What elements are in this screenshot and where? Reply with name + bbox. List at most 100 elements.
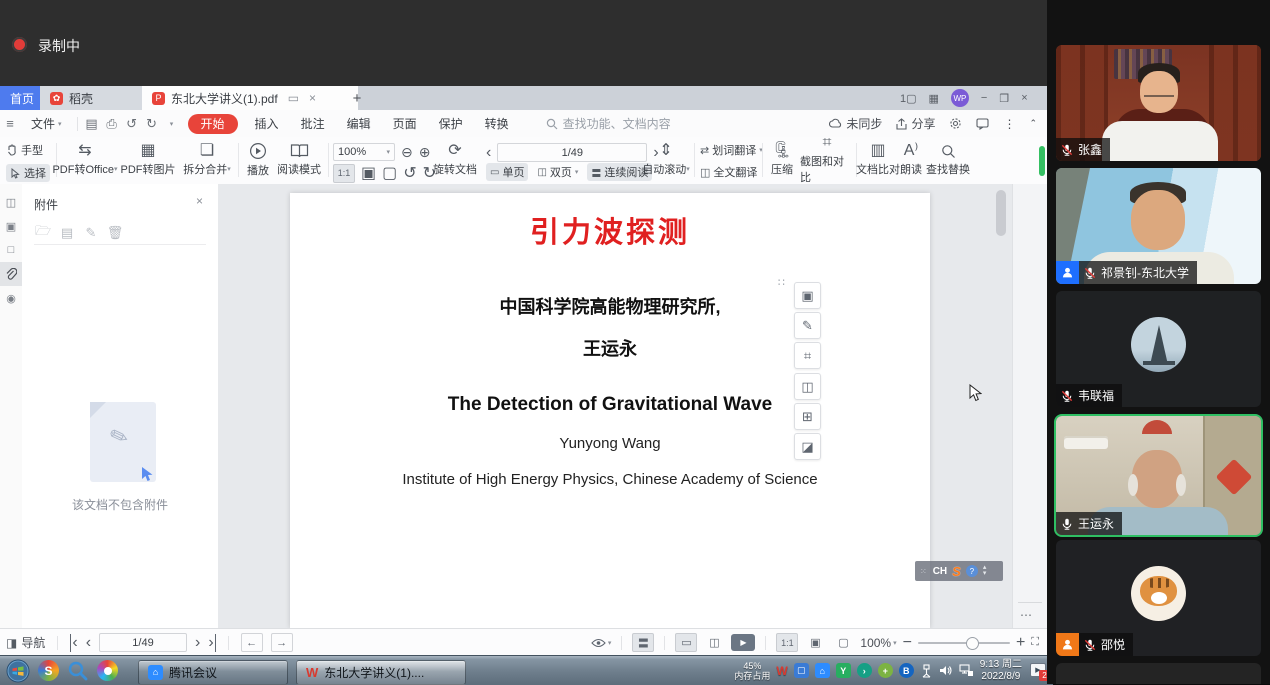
more-menu-icon[interactable]: ⋮ — [1003, 117, 1015, 131]
zoom-select[interactable]: 100%▾ — [333, 143, 395, 161]
participant-tile-partial[interactable] — [1056, 663, 1261, 684]
select-tool[interactable]: 选择 — [6, 164, 50, 182]
tray-plus-icon[interactable]: + — [878, 663, 893, 678]
single-window-icon[interactable]: 1▢ — [900, 92, 917, 105]
pdf-to-image-button[interactable]: ▦PDF转图片 — [118, 139, 178, 181]
search-box[interactable]: 查找功能、文档内容 — [546, 115, 671, 132]
add-attachment-icon[interactable]: ✎ — [80, 225, 102, 241]
double-page-toggle[interactable]: ◫双页▾ — [533, 163, 582, 181]
delete-attachment-icon[interactable]: 🗑 — [104, 225, 126, 241]
tray-arrow-icon[interactable]: › — [857, 663, 872, 678]
zoom-slider-knob[interactable] — [966, 637, 979, 650]
participant-tile[interactable]: 张鑫 — [1056, 45, 1261, 161]
doc-compare-button[interactable]: ▥文档比对 — [856, 139, 900, 181]
menu-page[interactable]: 页面 — [382, 110, 428, 137]
eye-protect-toggle[interactable]: ▾ — [591, 638, 612, 648]
insert-image-icon[interactable]: ▣ — [794, 282, 821, 309]
tab-home[interactable]: 首页 — [0, 86, 44, 110]
menu-comment[interactable]: 批注 — [290, 110, 336, 137]
redo-icon[interactable]: ↻ — [142, 116, 162, 132]
prev-page-icon-status[interactable]: ‹ — [86, 634, 91, 652]
fullscreen-icon[interactable]: ⛶ — [1031, 636, 1039, 649]
save-attachment-icon[interactable]: ▤ — [56, 225, 78, 241]
save-icon[interactable]: ▤ — [82, 116, 102, 132]
zoom-value-status[interactable]: 100%▾ — [860, 636, 896, 650]
taskbar-button-wps[interactable]: W 东北大学讲义(1).... — [296, 660, 466, 685]
panel-close-icon[interactable]: × — [196, 194, 203, 208]
search-taskbar-icon[interactable] — [67, 660, 89, 682]
ime-help-icon[interactable]: ? — [966, 565, 978, 577]
menu-insert[interactable]: 插入 — [244, 110, 290, 137]
tray-clock[interactable]: 9:13 周二 2022/8/9 — [980, 659, 1022, 683]
fit-width-icon[interactable]: ▢ — [382, 163, 397, 183]
continuous-toggle-status[interactable]: 〓 — [632, 633, 654, 652]
sogou-taskbar-icon[interactable]: S — [38, 660, 59, 681]
speaker-icon[interactable] — [939, 664, 953, 677]
participant-tile[interactable]: 韦联福 — [1056, 291, 1261, 407]
restore-button[interactable]: ❐ — [999, 92, 1009, 105]
share-button[interactable]: 分享 — [896, 115, 935, 132]
usb-device-icon[interactable] — [920, 664, 933, 678]
participant-tile[interactable]: 邵悦 — [1056, 540, 1261, 656]
eraser-icon[interactable]: ◪ — [794, 433, 821, 460]
actual-size-icon[interactable]: 1:1 — [333, 164, 355, 183]
attachment-panel-icon[interactable] — [0, 262, 22, 286]
ime-expand-icon[interactable]: ▴▾ — [983, 565, 987, 577]
first-page-icon[interactable]: ‹ — [70, 634, 77, 652]
stamp-panel-icon[interactable]: ◉ — [0, 286, 22, 310]
close-button[interactable]: × — [1021, 92, 1027, 104]
undo-icon[interactable]: ↺ — [122, 116, 142, 132]
screenshot-compare-button[interactable]: ⌗截图和对比 — [800, 139, 854, 181]
play-button[interactable]: 播放 — [240, 139, 276, 181]
start-button[interactable] — [6, 659, 30, 683]
bluetooth-icon[interactable]: B — [899, 663, 914, 678]
tab-share-icon[interactable]: ▭ — [288, 91, 299, 105]
menu-start[interactable]: 开始 — [188, 114, 238, 134]
menu-file[interactable]: 文件 ▾ — [20, 110, 73, 137]
sogou-logo[interactable]: S — [952, 564, 961, 579]
auto-scroll-button[interactable]: ⇕自动滚动▾ — [640, 139, 692, 181]
read-mode-button[interactable]: 阅读模式 — [272, 139, 326, 181]
rotate-left-icon[interactable]: ↺ — [403, 163, 416, 183]
participant-tile[interactable]: 祁景钊-东北大学 — [1056, 168, 1261, 284]
crop-icon[interactable]: ⌗ — [794, 342, 821, 369]
zoom-plus-icon[interactable]: + — [1016, 634, 1025, 652]
pdf-to-office-button[interactable]: ⇆PDF转Office▾ — [52, 139, 118, 181]
browser-taskbar-icon[interactable] — [97, 660, 118, 681]
sync-status[interactable]: 未同步 — [829, 115, 882, 132]
edit-image-icon[interactable]: ✎ — [794, 312, 821, 339]
rail-more-icon[interactable]: ⋯ — [1020, 608, 1033, 622]
menu-protect[interactable]: 保护 — [428, 110, 474, 137]
print-icon[interactable]: ⎙ — [102, 116, 122, 132]
word-translate-button[interactable]: ⇄划词翻译▾ — [700, 142, 763, 158]
zoom-in-icon[interactable]: ⊕ — [419, 144, 431, 161]
menu-convert[interactable]: 转换 — [474, 110, 520, 137]
account-avatar[interactable]: WP — [951, 89, 969, 107]
prev-page-icon[interactable]: ‹ — [486, 144, 491, 162]
compress-button[interactable]: 🗜压缩 — [764, 139, 800, 181]
page-indicator-box[interactable]: 1/49 — [497, 143, 647, 162]
menu-edit[interactable]: 编辑 — [336, 110, 382, 137]
settings-gear-icon[interactable] — [949, 117, 962, 130]
zoom-slider[interactable] — [918, 642, 1010, 644]
memory-usage[interactable]: 45% 内存占用 — [734, 661, 770, 681]
tab-close-icon[interactable]: × — [309, 91, 316, 105]
hamburger-icon[interactable]: ≡ — [0, 116, 20, 131]
rotate-doc-button[interactable]: ⟳旋转文档 — [430, 139, 480, 181]
minimize-button[interactable]: − — [981, 92, 987, 104]
workbench-grid-icon[interactable]: ▦ — [929, 92, 939, 105]
tab-document[interactable]: P 东北大学讲义(1).pdf ▭ × — [142, 86, 358, 110]
last-page-icon[interactable]: › — [208, 634, 215, 652]
history-back-icon[interactable]: ← — [241, 633, 263, 652]
tray-y-icon[interactable]: Y — [836, 663, 851, 678]
table-extract-icon[interactable]: ⊞ — [794, 403, 821, 430]
translate-image-icon[interactable]: ◫ — [794, 373, 821, 400]
panel-resize-handle[interactable] — [1039, 146, 1045, 176]
collapse-ribbon-icon[interactable]: ⌃ — [1029, 118, 1037, 129]
next-page-icon-status[interactable]: › — [195, 634, 200, 652]
play-button-status[interactable]: ▶ — [731, 634, 755, 651]
thumbnail-panel-icon[interactable]: ◫ — [0, 190, 22, 214]
vertical-scrollbar[interactable] — [996, 190, 1006, 236]
fit-page-icon[interactable]: ▣ — [361, 163, 376, 183]
fit-width-status[interactable]: ▢ — [832, 633, 854, 652]
